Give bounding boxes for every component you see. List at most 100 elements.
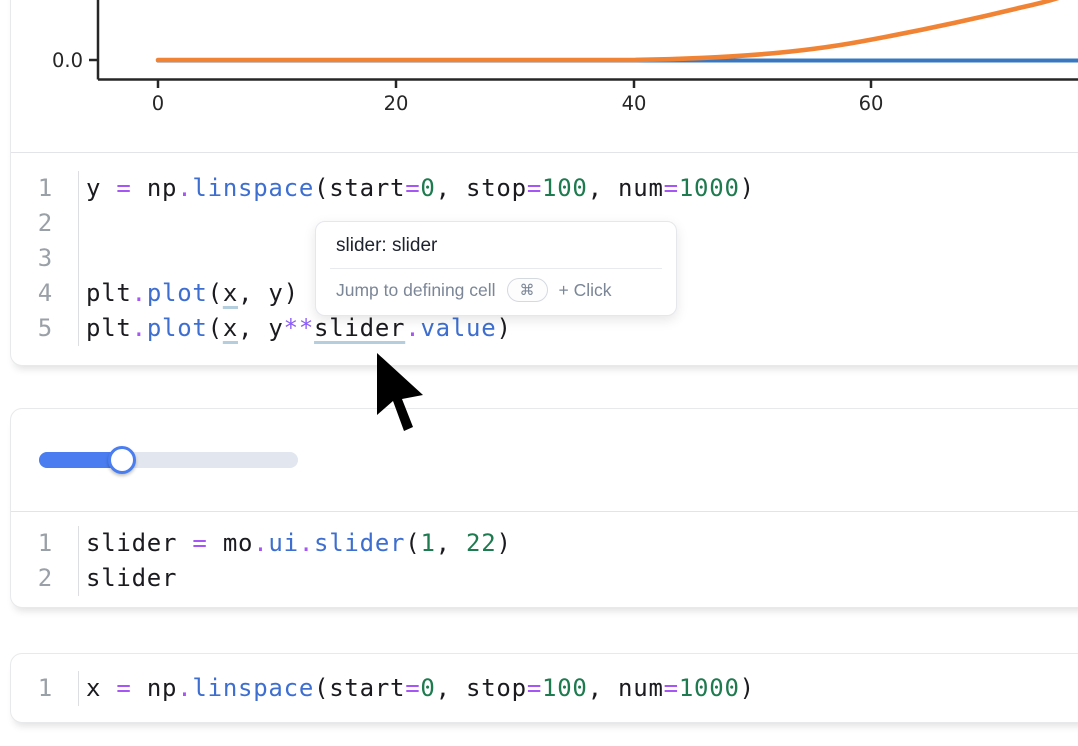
code-token: , [436,529,466,557]
code-line[interactable] [78,206,86,241]
code-token: . [405,314,420,342]
code-token: ) [740,174,755,202]
line-number: 5 [11,311,78,346]
code-token: ) [496,314,511,342]
notebook-cell-slider: 1slider = mo.ui.slider(1, 22)2slider [10,408,1078,608]
plus-click-label: + Click [559,280,612,301]
x-axis-tick-label: 0 [152,92,164,115]
code-token: slider [314,529,405,557]
code-token: = [664,174,679,202]
code-line[interactable]: slider [78,561,177,596]
code-token: = [405,674,420,702]
code-editor[interactable]: 1x = np.linspace(start=0, stop=100, num=… [11,654,1078,723]
code-token [177,529,192,557]
code-token: 1000 [679,174,740,202]
code-line[interactable]: y = np.linspace(start=0, stop=100, num=1… [78,171,755,206]
chart-output: 0.0 0 20 40 60 [11,0,1078,152]
code-token: . [132,279,147,307]
code-token: mo [223,529,253,557]
code-token: value [420,314,496,342]
code-token: , [588,674,618,702]
code-token: linspace [192,174,314,202]
code-token: ) [496,529,511,557]
code-token: num [618,674,664,702]
code-token: 100 [542,174,588,202]
code-token: . [132,314,147,342]
code-token: ( [314,174,329,202]
line-number: 3 [11,241,78,276]
code-token: = [664,674,679,702]
code-token: x [223,279,238,307]
code-token [101,174,116,202]
series-line-orange [158,0,1078,60]
line-number: 1 [11,526,78,561]
code-token: ( [208,314,223,342]
code-token: 1000 [679,674,740,702]
code-token: ** [284,314,314,342]
tooltip-footer: Jump to defining cell ⌘ + Click [316,269,676,315]
mouse-cursor-icon [377,353,437,443]
slider-knob[interactable] [108,446,136,474]
code-line[interactable]: x = np.linspace(start=0, stop=100, num=1… [78,671,755,706]
code-token: linspace [192,674,314,702]
code-token: ( [405,529,420,557]
code-token: , [436,174,466,202]
code-token: 1 [420,529,435,557]
code-line[interactable]: plt.plot(x, y**slider.value) [78,311,512,346]
code-token: start [329,674,405,702]
code-row[interactable]: 5plt.plot(x, y**slider.value) [11,311,1078,346]
command-key-icon: ⌘ [507,278,548,302]
code-row[interactable]: 1y = np.linspace(start=0, stop=100, num=… [11,171,1078,206]
code-token: start [329,174,405,202]
x-axis-tick-label: 60 [859,92,884,115]
code-token: . [177,174,192,202]
x-axis-tick-label: 40 [622,92,647,115]
code-token: 0 [420,174,435,202]
jump-to-defining-cell-label: Jump to defining cell [336,280,496,301]
code-token: plt [86,314,132,342]
code-token: np [147,174,177,202]
code-token: . [253,529,268,557]
slider-track[interactable] [39,452,298,468]
code-row[interactable]: 2slider [11,561,1078,596]
code-token: = [527,174,542,202]
code-token: = [192,529,207,557]
code-token: plt [86,279,132,307]
line-number: 4 [11,276,78,311]
slider-output [11,409,1078,511]
code-token: = [116,674,131,702]
code-token: = [405,174,420,202]
code-line[interactable] [78,241,86,276]
code-token: . [299,529,314,557]
code-line[interactable]: plt.plot(x, y) [78,276,299,311]
code-token: = [116,174,131,202]
code-token: ( [314,674,329,702]
line-number: 2 [11,206,78,241]
tooltip-title: slider: slider [316,222,676,268]
code-token: stop [466,674,527,702]
code-token [132,174,147,202]
code-token: slider [314,314,405,342]
code-token: 100 [542,674,588,702]
code-line[interactable]: slider = mo.ui.slider(1, 22) [78,526,512,561]
y-axis-tick-label: 0.0 [52,49,83,72]
notebook-cell-x: 1x = np.linspace(start=0, stop=100, num=… [10,653,1078,723]
code-token: slider [86,564,177,592]
code-token: 22 [466,529,496,557]
code-editor[interactable]: 1slider = mo.ui.slider(1, 22)2slider [11,512,1078,610]
code-token: ( [208,279,223,307]
code-token: np [147,674,177,702]
code-token: , [436,674,466,702]
code-row[interactable]: 1slider = mo.ui.slider(1, 22) [11,526,1078,561]
code-token [132,674,147,702]
code-token [101,674,116,702]
code-token: num [618,174,664,202]
code-token: 0 [420,674,435,702]
line-number: 1 [11,671,78,706]
code-token: = [527,674,542,702]
chart-figure: 0.0 0 20 40 60 [11,0,1078,152]
code-token: stop [466,174,527,202]
code-row[interactable]: 1x = np.linspace(start=0, stop=100, num=… [11,671,1078,706]
code-token: plot [147,314,208,342]
line-number: 1 [11,171,78,206]
